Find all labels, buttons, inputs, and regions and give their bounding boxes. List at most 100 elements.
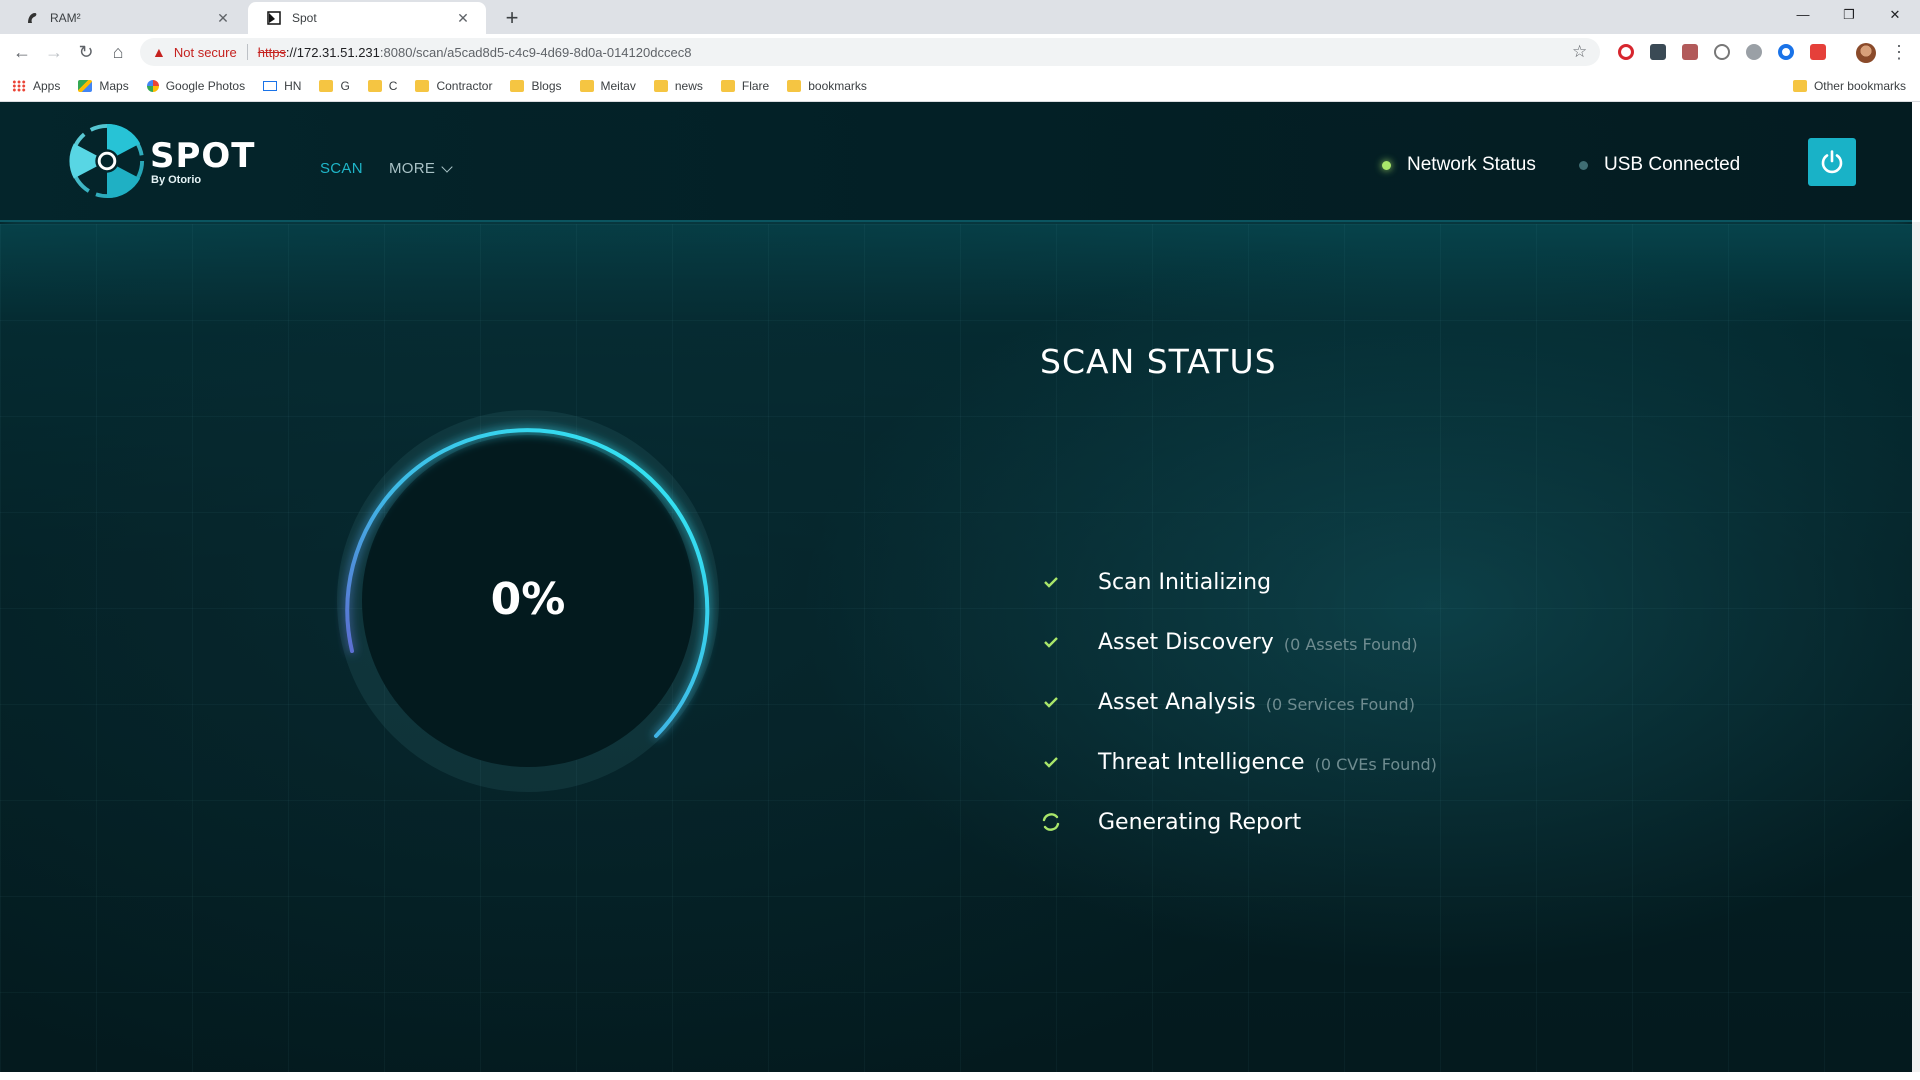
spinner-icon — [1040, 811, 1062, 833]
bookmark-label: Blogs — [531, 78, 562, 93]
photos-icon — [146, 79, 159, 92]
browser-tab-bar: RAM² ✕ Spot ✕ + — ❐ ✕ — [0, 0, 1920, 34]
divider — [246, 44, 248, 60]
bookmark-label: G — [340, 78, 350, 93]
maps-icon — [78, 79, 93, 92]
bookmark-label: Google Photos — [165, 78, 246, 93]
nav-scan[interactable]: SCAN — [320, 160, 363, 177]
spot-logo-icon[interactable] — [68, 122, 146, 200]
minimize-icon[interactable]: — — [1780, 0, 1826, 30]
power-button[interactable] — [1808, 138, 1856, 186]
home-icon[interactable]: ⌂ — [104, 38, 132, 66]
app-header: SPOT By Otorio SCAN MORE Network Status … — [0, 102, 1912, 222]
folder-icon — [510, 79, 525, 92]
bookmark-folder-g[interactable]: G — [319, 78, 350, 93]
browser-toolbar: ← → ↻ ⌂ ▲ Not secure https ://172.31.51.… — [0, 34, 1920, 70]
apps-grid-icon — [12, 79, 26, 92]
other-bookmarks[interactable]: Other bookmarks — [1792, 79, 1906, 93]
reload-icon[interactable]: ↻ — [72, 38, 100, 66]
bookmark-folder-bookmarks[interactable]: bookmarks — [787, 79, 867, 93]
bookmark-apps[interactable]: Apps — [12, 79, 60, 93]
security-label[interactable]: Not secure — [174, 45, 237, 60]
mail-icon — [263, 80, 278, 91]
step-label: Threat Intelligence — [1098, 749, 1305, 775]
url-host: ://172.31.51.231 — [285, 44, 380, 60]
usb-status-label: USB Connected — [1604, 154, 1741, 175]
step-label: Asset Analysis — [1098, 689, 1256, 715]
window-close-icon[interactable]: ✕ — [1872, 0, 1918, 30]
bookmark-folder-contractor[interactable]: Contractor — [415, 79, 492, 93]
chat-icon[interactable] — [1746, 44, 1762, 60]
new-tab-button[interactable]: + — [498, 4, 526, 32]
bookmark-folder-c[interactable]: C — [367, 78, 398, 93]
warning-icon: ▲ — [152, 44, 166, 60]
bookmark-folder-blogs[interactable]: Blogs — [510, 78, 562, 93]
usb-status: USB Connected — [1579, 154, 1740, 176]
folder-icon — [319, 79, 334, 92]
bookmark-folder-meitav[interactable]: Meitav — [579, 79, 636, 93]
ram-icon — [24, 10, 40, 26]
profile-avatar[interactable] — [1856, 43, 1876, 63]
step-note: (0 CVEs Found) — [1314, 754, 1437, 774]
back-icon[interactable]: ← — [8, 38, 36, 66]
nav-more[interactable]: MORE — [389, 160, 453, 177]
bookmark-label: C — [388, 78, 398, 93]
bookmark-label: news — [674, 78, 703, 93]
chevron-down-icon — [441, 160, 453, 173]
step-note: (0 Assets Found) — [1283, 634, 1418, 654]
bookmark-folder-news[interactable]: news — [653, 78, 703, 93]
check-icon — [1040, 751, 1062, 773]
extension-icon[interactable] — [1650, 44, 1666, 60]
address-bar[interactable]: ▲ Not secure https ://172.31.51.231 :808… — [140, 38, 1600, 66]
forward-icon[interactable]: → — [40, 38, 68, 66]
bookmark-label: Maps — [99, 78, 129, 93]
step-label: Scan Initializing — [1098, 569, 1272, 595]
circle-extension-icon[interactable] — [1778, 44, 1794, 60]
restore-icon[interactable]: ❐ — [1826, 0, 1872, 30]
status-dot-icon — [1579, 160, 1588, 170]
tab-title: Spot — [292, 11, 317, 25]
pdf-icon[interactable] — [1682, 44, 1698, 60]
close-icon[interactable]: ✕ — [214, 10, 232, 27]
brand-name: SPOT — [150, 136, 256, 176]
bookmarks-bar: Apps Maps Google Photos HN G C Contracto… — [0, 70, 1920, 102]
folder-icon — [1792, 80, 1807, 92]
step-scan-initializing: Scan Initializing — [1040, 562, 1281, 602]
bookmark-label: bookmarks — [808, 78, 867, 93]
pocket-icon[interactable] — [1810, 44, 1826, 60]
check-icon — [1040, 691, 1062, 713]
step-note: (0 Services Found) — [1265, 694, 1415, 714]
spot-icon — [266, 10, 282, 26]
scan-content — [0, 224, 1912, 1072]
step-generating-report: Generating Report — [1040, 802, 1311, 842]
bookmark-folder-flare[interactable]: Flare — [720, 79, 769, 93]
bookmark-google-photos[interactable]: Google Photos — [146, 78, 246, 93]
bookmark-label: Apps — [33, 78, 61, 93]
tab-ram[interactable]: RAM² ✕ — [6, 2, 246, 34]
folder-icon — [653, 79, 668, 92]
opera-icon[interactable] — [1618, 44, 1634, 60]
check-icon — [1040, 631, 1062, 653]
step-label: Asset Discovery — [1098, 629, 1274, 655]
progress-percent: 0% — [490, 574, 566, 625]
background-grid — [0, 224, 1912, 1072]
scan-status-title: SCAN STATUS — [1040, 342, 1277, 381]
network-status-label: Network Status — [1407, 154, 1536, 175]
spot-app: SPOT By Otorio SCAN MORE Network Status … — [0, 102, 1912, 1072]
clock-icon[interactable] — [1714, 44, 1730, 60]
step-asset-discovery: Asset Discovery (0 Assets Found) — [1040, 622, 1418, 662]
browser-menu-icon[interactable]: ⋮ — [1890, 38, 1908, 66]
bookmark-hn[interactable]: HN — [263, 79, 301, 93]
close-icon[interactable]: ✕ — [454, 10, 472, 27]
bookmark-star-icon[interactable]: ☆ — [1572, 38, 1587, 66]
bottom-strip — [0, 1072, 1920, 1080]
page-scrollbar[interactable] — [1912, 222, 1920, 1072]
bookmark-label: HN — [284, 78, 302, 93]
tab-title: RAM² — [50, 11, 81, 25]
url-scheme: https — [257, 44, 286, 60]
status-dot-icon — [1382, 160, 1391, 170]
folder-icon — [415, 79, 430, 92]
network-status: Network Status — [1382, 154, 1536, 176]
tab-spot[interactable]: Spot ✕ — [248, 2, 486, 34]
bookmark-maps[interactable]: Maps — [78, 78, 129, 93]
